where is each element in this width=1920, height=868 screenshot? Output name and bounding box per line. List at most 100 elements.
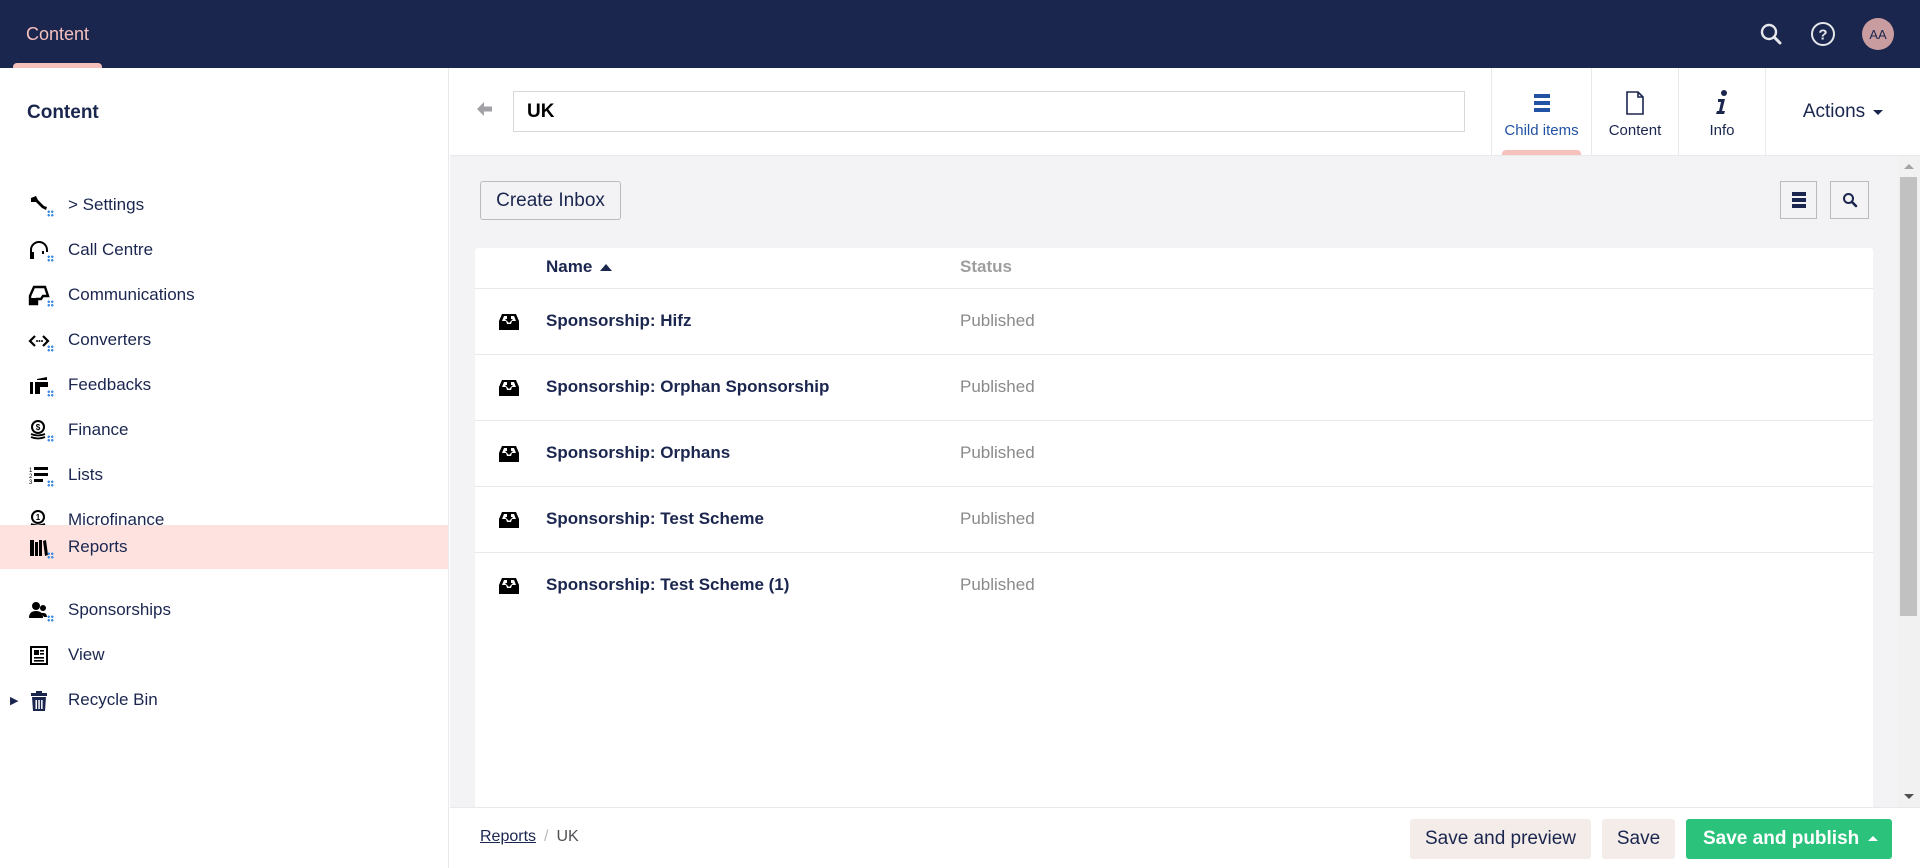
help-button[interactable]: ?: [1806, 17, 1840, 51]
save-and-publish-label: Save and publish: [1703, 828, 1860, 849]
search-button[interactable]: [1754, 17, 1788, 51]
sidebar-item-sponsorships[interactable]: Sponsorships: [0, 588, 448, 632]
row-name[interactable]: Sponsorship: Hifz: [546, 311, 691, 331]
tab-label: Child items: [1504, 122, 1579, 139]
table-row[interactable]: Sponsorship: Orphans Published: [475, 421, 1873, 487]
table-row[interactable]: Sponsorship: Test Scheme (1) Published: [475, 553, 1873, 619]
column-header-label: Name: [546, 257, 593, 276]
section-tab-label: Content: [25, 23, 90, 44]
inbox-icon: [497, 310, 521, 334]
active-tab-indicator: [1502, 150, 1581, 155]
sidebar-item-recycle-bin[interactable]: ▶ Recycle Bin: [0, 678, 448, 722]
sidebar-item-call-centre[interactable]: Call Centre: [0, 228, 448, 272]
search-icon: [1760, 23, 1782, 45]
expand-caret-icon[interactable]: ▶: [10, 694, 18, 707]
child-dots-icon: [47, 435, 54, 442]
scroll-up-arrow-icon[interactable]: [1904, 164, 1914, 169]
node-name-input[interactable]: [513, 91, 1465, 132]
table-header: Name Status: [475, 248, 1873, 289]
table-row[interactable]: Sponsorship: Orphan Sponsorship Publishe…: [475, 355, 1873, 421]
sidebar-item-converters[interactable]: Converters: [0, 318, 448, 362]
vertical-scrollbar[interactable]: [1898, 156, 1920, 807]
row-name[interactable]: Sponsorship: Orphans: [546, 443, 730, 463]
breadcrumb-current: UK: [556, 828, 579, 845]
list-layout-button[interactable]: [1780, 181, 1817, 219]
row-name[interactable]: Sponsorship: Orphan Sponsorship: [546, 377, 829, 397]
breadcrumb-link-reports[interactable]: Reports: [480, 828, 536, 846]
row-status: Published: [960, 311, 1035, 330]
breadcrumb-separator: /: [544, 828, 549, 845]
save-and-preview-button[interactable]: Save and preview: [1410, 819, 1591, 859]
save-and-publish-button[interactable]: Save and publish: [1686, 819, 1892, 859]
editor-footer: Reports / UK Save and preview Save Save …: [450, 807, 1920, 868]
child-dots-icon: [47, 615, 54, 622]
table-row[interactable]: Sponsorship: Hifz Published: [475, 289, 1873, 355]
row-name[interactable]: Sponsorship: Test Scheme (1): [546, 575, 789, 595]
row-status: Published: [960, 509, 1035, 528]
tab-label: Info: [1709, 122, 1735, 139]
sidebar-item-label: > Settings: [68, 195, 145, 214]
trash-icon: [28, 689, 54, 713]
caret-down-icon: [1873, 110, 1884, 115]
sidebar-item-label: Sponsorships: [68, 600, 172, 619]
sidebar-item-label: Communications: [68, 285, 195, 304]
list-icon: [1533, 90, 1550, 116]
sidebar-item-feedbacks[interactable]: Feedbacks: [0, 363, 448, 407]
create-inbox-button[interactable]: Create Inbox: [480, 181, 621, 220]
sidebar-item-label: Converters: [68, 330, 152, 349]
svg-text:?: ?: [1818, 27, 1827, 44]
inbox-icon: [497, 574, 521, 598]
sidebar-item-label: Lists: [68, 465, 103, 484]
row-status: Published: [960, 443, 1035, 462]
inbox-icon: [497, 376, 521, 400]
sidebar-item-label: Call Centre: [68, 240, 154, 259]
sidebar-item-finance[interactable]: $ Finance: [0, 408, 448, 452]
inbox-icon: [497, 508, 521, 532]
tab-child-items[interactable]: Child items: [1491, 68, 1591, 155]
tab-info[interactable]: Info: [1678, 68, 1765, 155]
child-dots-icon: [47, 300, 54, 307]
tab-content[interactable]: Content: [1591, 68, 1678, 155]
sidebar: Content > Settings Call Centre Communica…: [0, 68, 449, 868]
save-button[interactable]: Save: [1602, 819, 1675, 859]
sidebar-item-view[interactable]: View: [0, 633, 448, 677]
svg-text:$: $: [36, 423, 41, 432]
sidebar-title: Content: [27, 102, 99, 123]
sort-ascending-icon: [600, 263, 613, 271]
help-icon: ?: [1811, 22, 1835, 46]
sidebar-item-reports[interactable]: Reports: [0, 525, 448, 569]
child-dots-icon: [47, 480, 54, 487]
actions-dropdown[interactable]: Actions: [1765, 68, 1920, 155]
svg-text:1: 1: [36, 513, 41, 522]
column-header-name[interactable]: Name: [546, 257, 613, 277]
scroll-down-arrow-icon[interactable]: [1904, 794, 1914, 799]
column-header-status[interactable]: Status: [960, 257, 1012, 277]
sidebar-item-settings[interactable]: > Settings: [0, 183, 448, 227]
top-bar: Content ? AA: [0, 0, 1920, 68]
table-row[interactable]: Sponsorship: Test Scheme Published: [475, 487, 1873, 553]
document-icon: [1625, 90, 1645, 116]
tab-label: Content: [1608, 122, 1662, 139]
child-dots-icon: [47, 390, 54, 397]
sidebar-item-communications[interactable]: Communications: [0, 273, 448, 317]
row-name[interactable]: Sponsorship: Test Scheme: [546, 509, 764, 529]
editor-header: Child items Content Info Actions: [450, 68, 1920, 156]
info-icon: [1715, 90, 1729, 116]
list-icon: [1791, 192, 1806, 208]
section-tab-content[interactable]: Content: [13, 0, 102, 68]
inbox-icon: [497, 442, 521, 466]
search-icon: [1842, 193, 1857, 208]
scrollbar-thumb[interactable]: [1900, 177, 1917, 616]
child-dots-icon: [47, 552, 54, 559]
back-button[interactable]: [475, 99, 499, 123]
list-view-workspace: Create Inbox Name Status Sponsorship: Hi…: [450, 156, 1898, 807]
publish-options-caret-icon[interactable]: [1868, 836, 1878, 841]
child-dots-icon: [47, 345, 54, 352]
newspaper-icon: [28, 644, 54, 668]
actions-label: Actions: [1802, 100, 1866, 122]
user-avatar[interactable]: AA: [1862, 18, 1894, 50]
arrow-left-icon: [477, 102, 492, 116]
search-list-button[interactable]: [1830, 181, 1869, 219]
sidebar-item-label: Recycle Bin: [68, 690, 158, 709]
sidebar-item-lists[interactable]: 123 Lists: [0, 453, 448, 497]
